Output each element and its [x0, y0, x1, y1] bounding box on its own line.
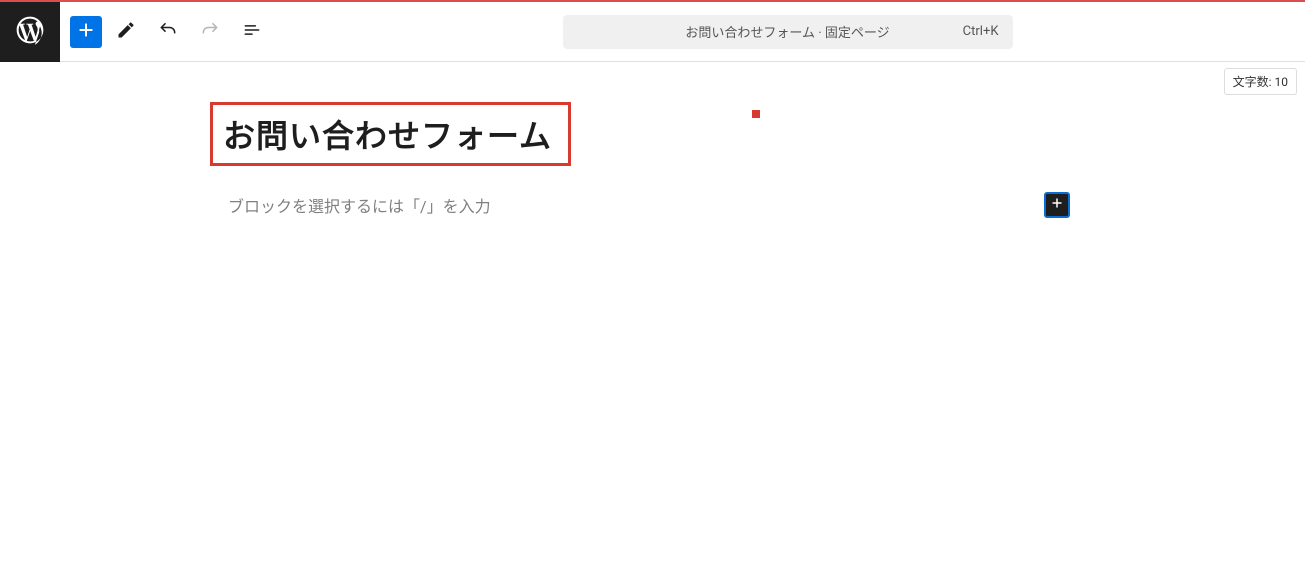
pencil-icon — [116, 20, 136, 44]
command-palette-hint: お問い合わせフォーム · 固定ページ — [685, 22, 889, 41]
document-overview-button[interactable] — [234, 14, 270, 50]
editor-toolbar: お問い合わせフォーム · 固定ページ Ctrl+K — [0, 2, 1305, 62]
wordpress-icon — [14, 14, 46, 50]
edit-tool-button[interactable] — [108, 14, 144, 50]
command-palette-button[interactable]: お問い合わせフォーム · 固定ページ Ctrl+K — [563, 15, 1013, 49]
default-block-appender[interactable]: ブロックを選択するには「/」を入力 — [210, 192, 1070, 218]
undo-button[interactable] — [150, 14, 186, 50]
redo-icon — [200, 20, 220, 44]
list-view-icon — [242, 20, 262, 44]
block-inserter-button[interactable] — [70, 16, 102, 48]
plus-icon — [75, 19, 97, 45]
wp-logo-button[interactable] — [0, 2, 60, 62]
command-palette-shortcut: Ctrl+K — [963, 24, 999, 39]
editor-canvas: お問い合わせフォーム ブロックを選択するには「/」を入力 — [0, 62, 1305, 218]
redo-button[interactable] — [192, 14, 228, 50]
page-title-input[interactable]: お問い合わせフォーム — [223, 111, 552, 157]
inline-block-inserter[interactable] — [1044, 192, 1070, 218]
annotation-dot — [752, 110, 760, 118]
plus-icon — [1048, 194, 1066, 216]
toolbar-left-tools — [60, 14, 270, 50]
title-highlight-box: お問い合わせフォーム — [210, 102, 571, 166]
undo-icon — [158, 20, 178, 44]
block-placeholder-text: ブロックを選択するには「/」を入力 — [210, 193, 1044, 217]
toolbar-center: お問い合わせフォーム · 固定ページ Ctrl+K — [270, 15, 1305, 49]
